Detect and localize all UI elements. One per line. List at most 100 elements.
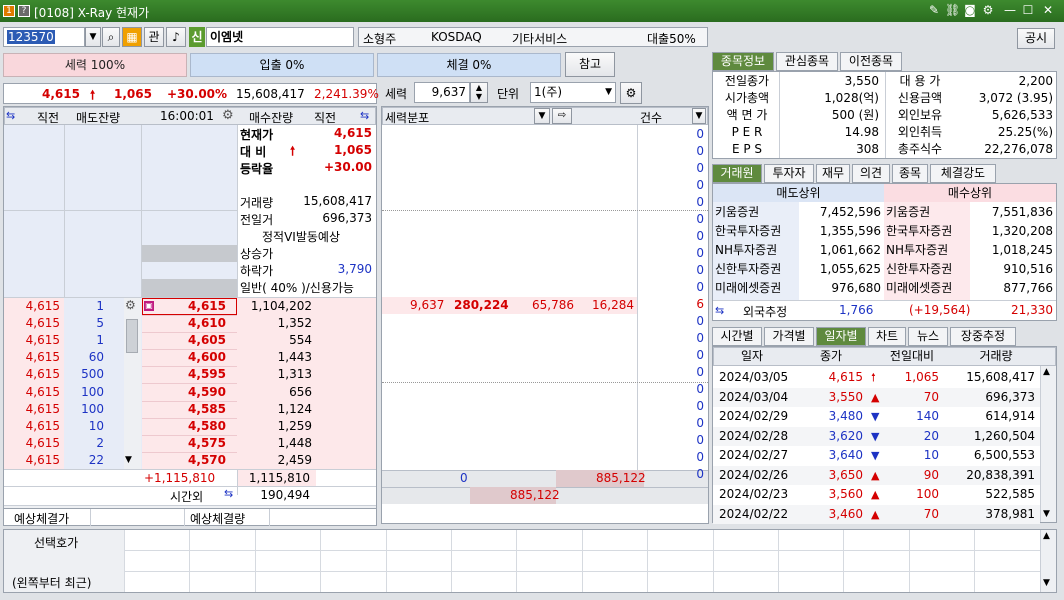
tab-daily_tabs-1[interactable]: 가격별 (764, 327, 814, 346)
tab-daily_tabs-2[interactable]: 일자별 (816, 327, 866, 346)
buy-broker[interactable]: 한국투자증권 (886, 223, 952, 240)
info-rate-label: 등락율 (240, 162, 274, 176)
minimize-icon[interactable]: — (1003, 3, 1017, 17)
tab-daily_tabs-4[interactable]: 뉴스 (908, 327, 948, 346)
tab-daily_tabs-3[interactable]: 차트 (868, 327, 906, 346)
link-icon[interactable]: ⛓ (945, 3, 960, 17)
buy-broker[interactable]: 미래에셋증권 (886, 280, 952, 297)
sell-broker[interactable]: 미래에셋증권 (715, 280, 781, 297)
tab-broker_tabs-4[interactable]: 종목 (892, 164, 928, 183)
ask-qty: 1 (96, 299, 104, 313)
help-icon[interactable]: ? (18, 5, 30, 17)
foreign-buy: 21,330 (1011, 303, 1053, 317)
dist-count: 0 (696, 348, 704, 362)
scroll-thumb[interactable] (126, 319, 138, 353)
ask-qty: 500 (81, 367, 104, 381)
buy-broker[interactable]: NH투자증권 (886, 242, 948, 259)
camera-icon[interactable]: ◙ (963, 3, 977, 17)
dist-count: 0 (696, 467, 704, 481)
code-dropdown-button[interactable]: ▼ (85, 27, 101, 47)
tab-daily_tabs-0[interactable]: 시간별 (712, 327, 762, 346)
tab-quote_tabs-0[interactable]: 종목정보 (712, 52, 774, 71)
daily-change: 90 (923, 467, 939, 482)
daily-dir-icon: ▲ (871, 468, 880, 482)
dist-dropdown[interactable]: ▼ (534, 108, 550, 124)
daily-change: 100 (916, 487, 939, 501)
loan-label: 대출50% (647, 32, 696, 46)
tab-broker_tabs-3[interactable]: 의견 (852, 164, 890, 183)
quote-value: 1,028(억) (824, 91, 879, 105)
inflow-bar: 입출 0% (190, 53, 374, 77)
bottom-scroll-down-icon[interactable]: ▼ (1043, 578, 1050, 588)
order-price[interactable]: 4,605 (154, 332, 226, 349)
buy-broker[interactable]: 키움증권 (886, 204, 930, 221)
sell-broker[interactable]: NH투자증권 (715, 242, 777, 259)
order-price[interactable]: 4,575 (154, 435, 226, 452)
memo-icon[interactable]: ✎ (927, 3, 941, 17)
scroll-settings-icon[interactable]: ⚙ (125, 298, 136, 312)
bottom-scroll-up-icon[interactable]: ▲ (1043, 531, 1050, 541)
force-stepper[interactable]: ▲ ▼ (470, 82, 488, 103)
scroll-down-icon[interactable]: ▼ (125, 455, 132, 465)
order-price[interactable]: 4,610 (154, 315, 226, 332)
unit-select[interactable]: 1(주) ▼ (530, 82, 616, 103)
tab-broker_tabs-2[interactable]: 재무 (816, 164, 850, 183)
price-summary: 4,615 🠕 1,065 +30.00% 15,608,417 2,241.3… (3, 83, 379, 104)
search-icon[interactable]: ⌕ (102, 27, 120, 47)
order-price[interactable]: 4,600 (154, 349, 226, 366)
sell-broker[interactable]: 키움증권 (715, 204, 759, 221)
tab-quote_tabs-2[interactable]: 이전종목 (840, 52, 902, 71)
foreign-swap-icon[interactable]: ⇆ (715, 304, 724, 317)
interest-button[interactable]: 관 (144, 27, 164, 47)
after-swap-icon[interactable]: ⇆ (224, 487, 233, 500)
order-price[interactable]: 4,570 (154, 452, 226, 469)
tab-broker_tabs-1[interactable]: 투자자 (764, 164, 814, 183)
expected-bar: 예상체결가 예상체결량 (3, 508, 377, 526)
book-settings-icon[interactable]: ⚙ (222, 108, 234, 123)
order-price[interactable]: 4,585 (154, 401, 226, 418)
tab-broker_tabs-0[interactable]: 거래원 (712, 164, 762, 183)
daily-scrollbar[interactable] (1040, 366, 1056, 522)
daily-scroll-down-icon[interactable]: ▼ (1043, 509, 1050, 519)
bell-icon[interactable]: ♪ (166, 27, 186, 47)
daily-close: 3,560 (828, 487, 863, 501)
notice-button[interactable]: 공시 (1017, 28, 1055, 49)
swap-icon-right[interactable]: ⇆ (360, 109, 369, 122)
daily-scroll-up-icon[interactable]: ▲ (1043, 367, 1050, 377)
daily-date: 2024/02/22 (719, 506, 789, 521)
stock-code-input[interactable]: 123570 (3, 27, 85, 47)
sell-broker[interactable]: 한국투자증권 (715, 223, 781, 240)
order-price[interactable]: 4,615 (154, 298, 226, 315)
tab-broker_tabs-5[interactable]: 체결강도 (930, 164, 996, 183)
quote-value2: 2,200 (1018, 74, 1053, 88)
sell-broker-qty: 7,452,596 (819, 205, 881, 219)
dist-count: 0 (696, 195, 704, 209)
book-total-diff: +1,115,810 (144, 471, 216, 485)
reference-button[interactable]: 참고 (565, 52, 615, 77)
sell-broker[interactable]: 신한투자증권 (715, 261, 781, 278)
settings-icon[interactable]: ⚙ (620, 82, 642, 104)
maximize-icon[interactable]: ☐ (1021, 3, 1035, 17)
swap-icon[interactable]: ⇆ (6, 109, 15, 122)
order-price[interactable]: 4,595 (154, 366, 226, 383)
buy-broker[interactable]: 신한투자증권 (886, 261, 952, 278)
count-dropdown[interactable]: ▼ (692, 108, 706, 124)
daily-header: 거래량 (979, 349, 1013, 363)
dist-go-icon[interactable]: ⇨ (552, 108, 572, 124)
tab-daily_tabs-5[interactable]: 장중추정 (950, 327, 1016, 346)
close-icon[interactable]: ✕ (1041, 3, 1055, 17)
daily-change: 10 (923, 448, 939, 462)
order-price[interactable]: 4,580 (154, 418, 226, 435)
calendar-icon[interactable]: ▦ (122, 27, 142, 47)
dist-a: 9,637 (410, 298, 445, 312)
bid-qty: 2,459 (277, 453, 312, 467)
settings-icon[interactable]: ⚙ (981, 3, 995, 17)
order-price[interactable]: 4,590 (154, 384, 226, 401)
tab-quote_tabs-1[interactable]: 관심종목 (776, 52, 838, 71)
up-arrow-icon: 🠕 (90, 88, 96, 102)
force-input[interactable]: 9,637 (414, 82, 470, 103)
quote-label2: 대 용 가 (899, 74, 941, 88)
daily-close: 3,550 (828, 389, 863, 404)
unit-label: 단위 (497, 87, 520, 101)
foreign-diff: (+19,564) (909, 303, 971, 317)
